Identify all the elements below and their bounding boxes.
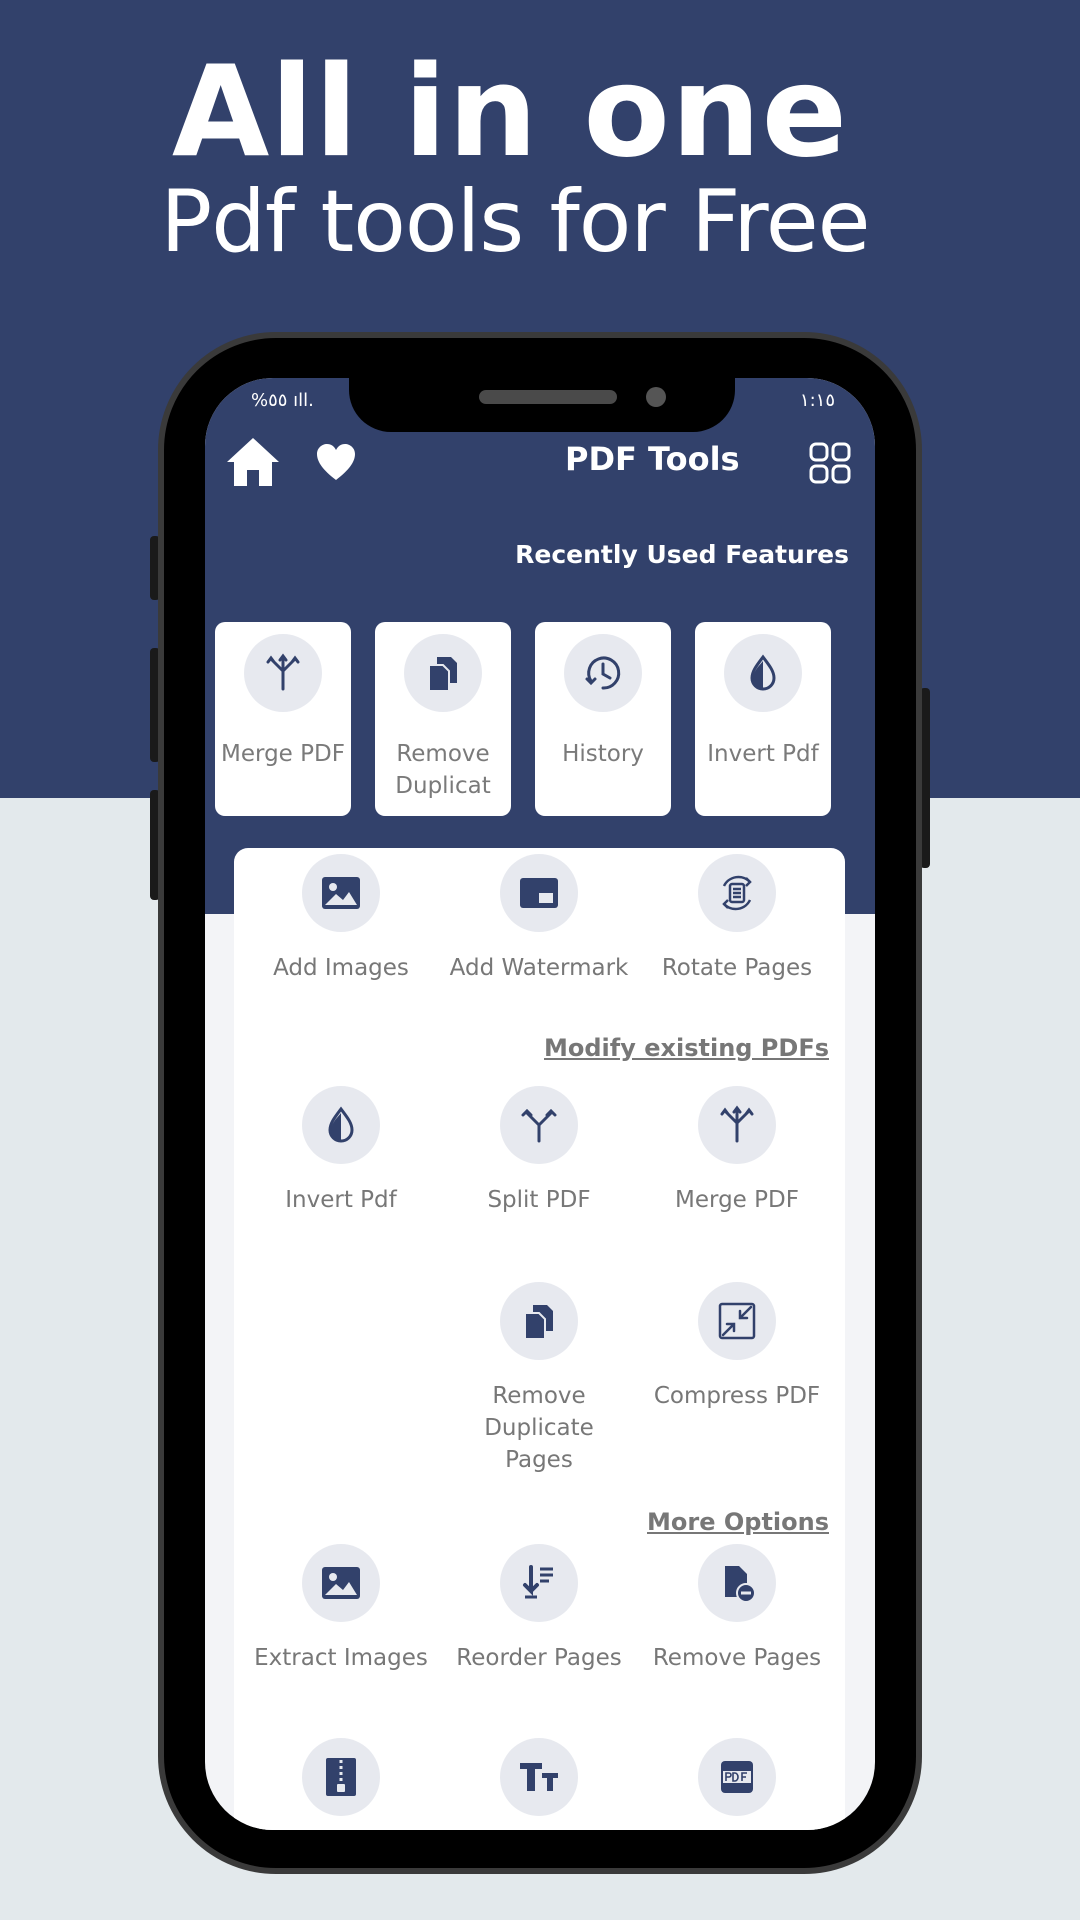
pdf-icon [721,1761,753,1793]
tools-panel: Add Images Add Watermark Rotate Pages Mo… [234,848,845,1830]
recent-card-history[interactable]: History [535,622,671,816]
split-icon-circle [500,1086,578,1164]
phone-screen: %٥٥ ıll. ١:١٥ PDF Tools Recently Used Fe… [205,378,875,1830]
app-title: PDF Tools [565,440,740,478]
merge-icon [266,653,300,691]
image-icon-circle [302,1544,380,1622]
tool-label: Reorder Pages [456,1645,622,1671]
modify-section-heading[interactable]: Modify existing PDFs [544,1034,829,1062]
tool-label: Merge PDF [675,1187,799,1213]
invert-icon-circle [724,634,802,712]
tool-label: Remove Duplicate Pages [484,1383,594,1473]
heart-icon[interactable] [315,442,357,482]
rotate-icon [722,875,752,911]
watermark-icon-circle [500,854,578,932]
history-icon [585,656,621,690]
tool-label: Rotate Pages [661,955,813,981]
status-bar-left: %٥٥ ıll. [251,390,314,411]
invert-icon [750,654,776,691]
invert-icon-circle [302,1086,380,1164]
duplicate-icon-circle [404,634,482,712]
duplicate-icon [524,1305,553,1340]
zip-icon-circle [302,1738,380,1816]
recent-features-heading: Recently Used Features [515,540,849,569]
image-icon [322,877,360,909]
reorder-icon-circle [500,1544,578,1622]
home-icon[interactable] [225,434,281,490]
tool-label: Invert Pdf [285,1187,397,1213]
rotate-icon-circle [698,854,776,932]
tool-label: Compress PDF [653,1383,821,1409]
tool-label: Remove Pages [652,1645,822,1671]
tool-label: Add Images [273,955,409,981]
pdf-icon-circle [698,1738,776,1816]
recent-card-label: History [562,741,644,767]
tool-label: Extract Images [254,1645,428,1671]
compress-icon-circle [698,1282,776,1360]
merge-icon [720,1105,754,1143]
tool-label: Split PDF [487,1187,591,1213]
hero-subtitle: Pdf tools for Free [160,172,870,272]
remove-page-icon-circle [698,1544,776,1622]
recent-card-label: Remove Duplicat [395,741,491,799]
compress-icon [718,1302,756,1340]
recent-card-remove-duplicate[interactable]: Remove Duplicat [375,622,511,816]
grid-icon[interactable] [809,442,851,484]
text-icon [520,1763,558,1791]
recent-card-invert[interactable]: Invert Pdf [695,622,831,816]
text-icon-circle [500,1738,578,1816]
recent-card-merge[interactable]: Merge PDF [215,622,351,816]
duplicate-icon [428,657,457,692]
remove-page-icon [725,1566,756,1603]
merge-icon-circle [698,1086,776,1164]
zip-icon [326,1758,356,1796]
recent-card-label: Invert Pdf [707,741,819,767]
invert-icon [328,1106,354,1143]
split-icon [521,1108,557,1143]
status-bar-right: ١:١٥ [799,390,835,411]
duplicate-icon-circle [500,1282,578,1360]
hero-title: All in one [171,38,849,185]
phone-notch [349,378,735,432]
image-icon-circle [302,854,380,932]
history-icon-circle [564,634,642,712]
image-icon [322,1567,360,1599]
front-camera [646,387,666,407]
reorder-icon [523,1565,553,1599]
more-options-heading[interactable]: More Options [647,1508,829,1536]
watermark-icon [520,878,558,908]
recent-card-label: Merge PDF [221,741,345,767]
speaker-grille [479,390,617,404]
tool-label: Add Watermark [449,955,629,981]
merge-icon-circle [244,634,322,712]
